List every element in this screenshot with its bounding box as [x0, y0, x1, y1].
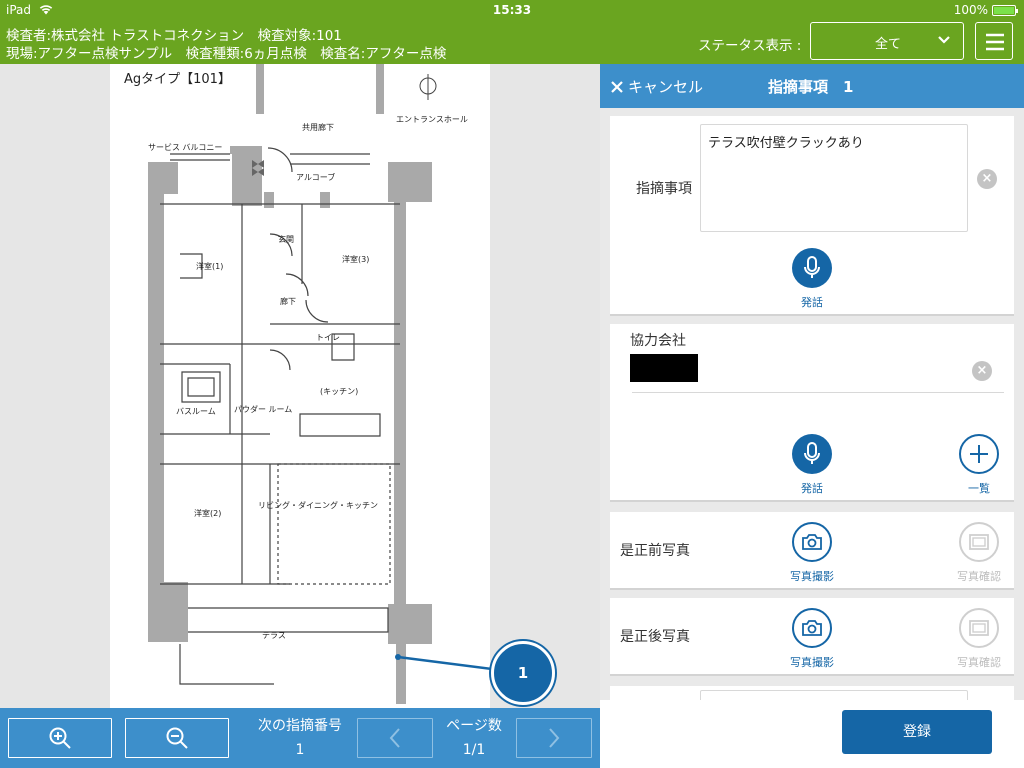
label-terrace: テラス: [262, 631, 286, 640]
partner-speak-label: 発話: [801, 482, 823, 495]
issue-speak-label: 発話: [801, 296, 823, 309]
issue-marker[interactable]: 1: [491, 641, 555, 705]
battery-percent: 100%: [953, 3, 988, 17]
close-icon: [611, 80, 623, 93]
north-arrow-icon: [419, 74, 437, 100]
next-issue-number-value: 1: [295, 742, 305, 758]
label-kitchen: (キッチン): [320, 387, 358, 396]
partner-list-button[interactable]: [959, 434, 999, 474]
label-entrance: 玄関: [278, 234, 294, 244]
before-photo-label: 是正前写真: [620, 543, 690, 559]
register-button[interactable]: 登録: [842, 710, 992, 754]
chevron-down-icon: [938, 36, 950, 44]
partner-speak-button[interactable]: [792, 434, 832, 474]
after-view-photo-button[interactable]: [959, 608, 999, 648]
plan-title: Agタイプ【101】: [124, 72, 231, 87]
battery-icon: [992, 4, 1018, 16]
partner-input-underline[interactable]: [632, 392, 1004, 393]
partner-redacted-value: [630, 354, 698, 382]
zoom-in-icon: [49, 727, 71, 749]
menu-button[interactable]: [975, 22, 1013, 60]
photo-frame-icon: [969, 620, 989, 636]
camera-icon: [802, 620, 822, 636]
zoom-in-button[interactable]: [8, 718, 112, 758]
label-alcove: アルコーブ: [296, 172, 335, 182]
floor-plan-sheet[interactable]: 共用廊下 エントランスホール サービス バルコニー アルコーブ 洋室(1) 洋室…: [110, 64, 490, 708]
battery-indicator: 100%: [953, 3, 1018, 17]
issue-form: 指摘事項 テラス吹付壁クラックあり × 発話 協力会社 × 発話 一覧 是正前写…: [600, 108, 1024, 700]
site-info: 現場:アフター点検サンプル 検査種類:6ヵ月点検 検査名:アフター点検: [6, 46, 447, 62]
partial-textarea[interactable]: [700, 690, 968, 700]
partner-card: 協力会社 × 発話 一覧: [610, 324, 1014, 502]
issue-label: 指摘事項: [636, 181, 692, 197]
label-western1: 洋室(1): [196, 261, 223, 271]
after-photo-card: 是正後写真 写真撮影 写真確認: [610, 598, 1014, 676]
next-card-partial: [610, 686, 1014, 700]
floor-plan-drawing: 共用廊下 エントランスホール サービス バルコニー アルコーブ 洋室(1) 洋室…: [148, 64, 490, 704]
after-view-photo-label: 写真確認: [957, 656, 1001, 669]
viewer-toolbar: 次の指摘番号 1 ページ数 1/1: [0, 708, 600, 768]
label-entrance-hall: エントランスホール: [396, 115, 468, 124]
after-take-photo-label: 写真撮影: [790, 656, 834, 669]
page-count-value: 1/1: [462, 742, 486, 758]
issue-panel-header: キャンセル 指摘事項 1: [600, 64, 1024, 108]
panel-footer: 登録: [600, 700, 1024, 768]
label-corridor: 廊下: [280, 296, 296, 306]
page-count-label: ページ数: [446, 718, 502, 734]
label-ldk: リビング・ダイニング・キッチン: [258, 500, 378, 510]
chevron-right-icon: [549, 728, 560, 748]
label-western3: 洋室(3): [342, 254, 369, 264]
issue-textarea[interactable]: テラス吹付壁クラックあり: [700, 124, 968, 232]
inspection-header: 検査者:株式会社 トラストコネクション 検査対象:101 現場:アフター点検サン…: [0, 20, 1024, 64]
microphone-icon: [804, 442, 820, 464]
cancel-button[interactable]: キャンセル: [610, 76, 703, 97]
before-take-photo-button[interactable]: [792, 522, 832, 562]
cancel-label: キャンセル: [628, 78, 704, 96]
clear-partner-button[interactable]: ×: [972, 361, 992, 381]
chevron-left-icon: [389, 728, 400, 748]
microphone-icon: [804, 256, 820, 278]
floor-plan-viewer[interactable]: 共用廊下 エントランスホール サービス バルコニー アルコーブ 洋室(1) 洋室…: [0, 64, 600, 708]
plus-icon: [970, 445, 988, 463]
panel-title: 指摘事項 1: [768, 78, 854, 96]
label-powder-room: パウダー ルーム: [234, 404, 292, 414]
partner-label: 協力会社: [630, 333, 686, 349]
zoom-out-icon: [166, 727, 188, 749]
label-service-balcony: サービス バルコニー: [148, 143, 222, 152]
after-take-photo-button[interactable]: [792, 608, 832, 648]
after-photo-label: 是正後写真: [620, 629, 690, 645]
before-view-photo-label: 写真確認: [957, 570, 1001, 583]
photo-frame-icon: [969, 534, 989, 550]
label-toilet: トイレ: [316, 333, 340, 342]
camera-icon: [802, 534, 822, 550]
clock: 15:33: [492, 3, 532, 17]
before-take-photo-label: 写真撮影: [790, 570, 834, 583]
clear-issue-button[interactable]: ×: [977, 169, 997, 189]
status-filter-select[interactable]: 全て: [810, 22, 964, 60]
label-common-corridor: 共用廊下: [302, 122, 334, 132]
next-issue-number-label: 次の指摘番号: [258, 718, 342, 734]
before-view-photo-button[interactable]: [959, 522, 999, 562]
partner-list-label: 一覧: [968, 482, 990, 495]
next-page-button[interactable]: [516, 718, 592, 758]
inspector-info: 検査者:株式会社 トラストコネクション 検査対象:101: [6, 28, 342, 44]
zoom-out-button[interactable]: [125, 718, 229, 758]
hamburger-icon: [986, 33, 1004, 51]
issue-card: 指摘事項 テラス吹付壁クラックあり × 発話: [610, 116, 1014, 316]
label-bathroom: バスルーム: [176, 407, 216, 416]
ios-status-bar: iPad 15:33 100%: [0, 0, 1024, 20]
issue-speak-button[interactable]: [792, 248, 832, 288]
prev-page-button[interactable]: [357, 718, 433, 758]
before-photo-card: 是正前写真 写真撮影 写真確認: [610, 512, 1014, 590]
label-western2: 洋室(2): [194, 508, 221, 518]
status-filter-label: ステータス表示 :: [698, 38, 802, 54]
